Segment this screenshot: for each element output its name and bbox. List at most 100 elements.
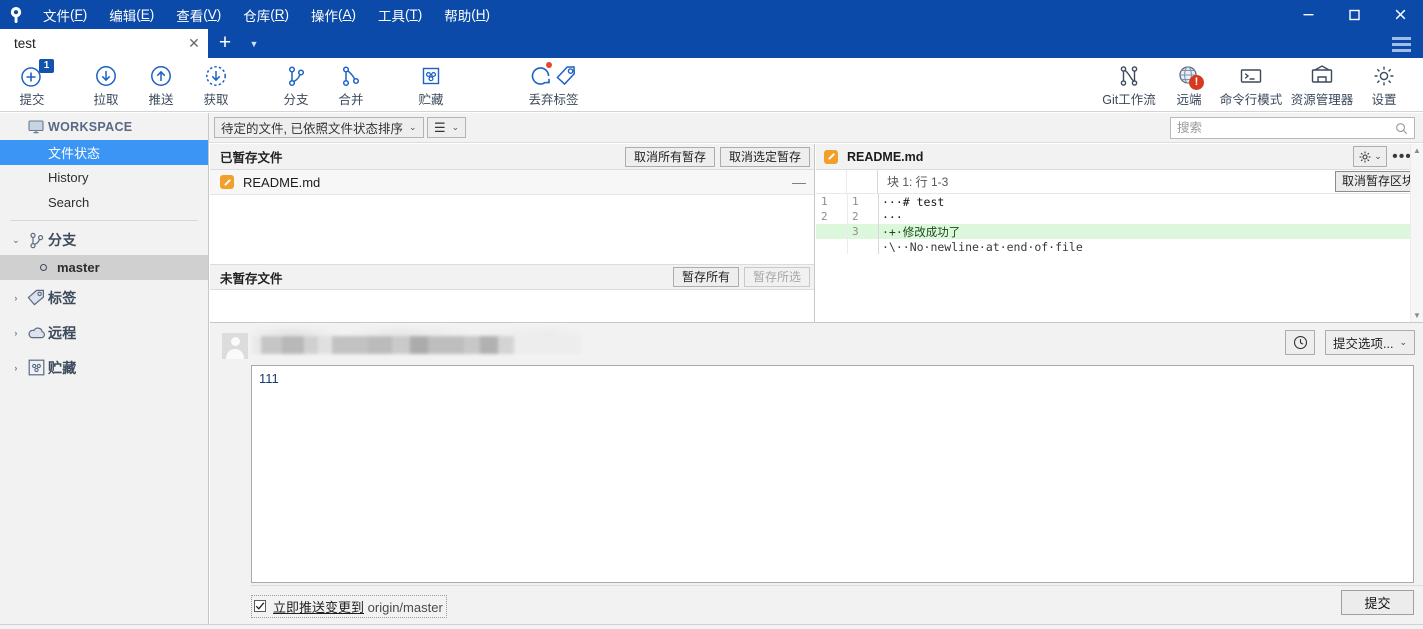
pull-icon — [94, 62, 118, 88]
toolbar-tag-button[interactable]: 标签 — [540, 58, 592, 111]
branch-icon — [24, 232, 48, 249]
sidebar-section-remotes[interactable]: › 远程 — [0, 315, 208, 350]
toolbar-settings-button[interactable]: 设置 — [1358, 58, 1410, 111]
stage-selected-button[interactable]: 暂存所选 — [743, 267, 810, 287]
toolbar-terminal-button[interactable]: 命令行模式 — [1213, 58, 1289, 111]
close-icon[interactable] — [1377, 0, 1423, 29]
gear-icon — [1372, 62, 1396, 88]
toolbar-commit-button[interactable]: 1 提交 — [4, 58, 60, 111]
push-changes-checkbox-wrapper[interactable]: 立即推送变更到 origin/master — [251, 594, 447, 618]
plus-icon[interactable]: + — [211, 29, 239, 58]
main-toolbar: 1 提交 拉取 推送 获取 分支 合并 贮藏 丢弃 标签 Git工作流 ! 远端… — [0, 58, 1423, 112]
sidebar-item-label: 文件状态 — [48, 146, 101, 161]
cloud-icon — [24, 326, 48, 340]
minus-icon[interactable]: — — [788, 174, 810, 190]
diff-line-text: ·\··No·newline·at·end·of·file — [882, 239, 1083, 254]
chevron-down-icon: ⌄ — [408, 122, 417, 132]
diff-pane: README.md ⌄ ••• 块 1: 行 1-3 取消暂存区块 1 1 ··… — [816, 144, 1423, 322]
commit-area: 提交选项... ⌄ 111 立即推送变更到 origin/master 提交 — [210, 322, 1423, 629]
old-line-number: 1 — [821, 195, 828, 208]
commit-message-input[interactable]: 111 — [252, 366, 1413, 391]
unstage-hunk-button[interactable]: 取消暂存区块 — [1334, 171, 1421, 192]
tab-test[interactable]: test ✕ — [0, 29, 208, 58]
fetch-icon — [204, 62, 228, 88]
commit-author-redacted[interactable] — [252, 336, 582, 354]
diff-lines[interactable]: 1 1 ···# test 2 2 ··· 3 ·+·修改成功了 ·\··No·… — [816, 194, 1423, 254]
hamburger-menu-icon[interactable] — [1387, 33, 1415, 55]
toolbar-fetch-label: 获取 — [203, 92, 229, 107]
chevron-down-icon[interactable]: ▼ — [1411, 309, 1423, 322]
close-icon[interactable]: ✕ — [180, 35, 208, 52]
menu-repository[interactable]: 仓库(R) — [232, 0, 300, 29]
commit-history-button[interactable] — [1285, 330, 1315, 355]
remote-alert-badge: ! — [1189, 74, 1204, 90]
sidebar-item-search[interactable]: Search — [0, 190, 208, 215]
menu-edit[interactable]: 编辑(E) — [98, 0, 165, 29]
diff-header: README.md ⌄ ••• — [816, 144, 1423, 170]
sidebar-section-branches[interactable]: ⌄ 分支 — [0, 225, 208, 255]
minimize-icon[interactable] — [1285, 0, 1331, 29]
diff-line: 1 1 ···# test — [816, 194, 1423, 209]
chevron-down-icon[interactable]: ▼ — [242, 29, 266, 58]
menu-actions[interactable]: 操作(A) — [300, 0, 367, 29]
sort-order-dropdown[interactable]: 待定的文件, 已依照文件状态排序 ⌄ — [214, 117, 424, 138]
chevron-down-icon[interactable]: ⌄ — [8, 235, 24, 246]
hunk-gutter-new — [847, 170, 878, 193]
chevron-right-icon[interactable]: › — [8, 293, 24, 303]
search-input[interactable] — [1171, 121, 1395, 135]
sidebar-item-history[interactable]: History — [0, 165, 208, 190]
toolbar-explorer-button[interactable]: 资源管理器 — [1284, 58, 1360, 111]
sidebar-branch-master[interactable]: master — [0, 255, 208, 280]
table-row[interactable]: README.md — — [210, 170, 814, 195]
push-changes-checkbox[interactable] — [254, 600, 266, 612]
file-filter-bar: 待定的文件, 已依照文件状态排序 ⌄ ☰ ⌄ — [209, 113, 1423, 143]
gutter-divider-2 — [878, 194, 879, 254]
toolbar-remote-button[interactable]: ! 远端 — [1163, 58, 1215, 111]
toolbar-branch-button[interactable]: 分支 — [270, 58, 322, 111]
toolbar-pull-button[interactable]: 拉取 — [80, 58, 132, 111]
sidebar-item-label: Search — [48, 195, 90, 210]
diff-vertical-scrollbar[interactable]: ▲ ▼ — [1410, 144, 1423, 322]
toolbar-branch-label: 分支 — [283, 92, 309, 107]
toolbar-push-button[interactable]: 推送 — [135, 58, 187, 111]
menu-view[interactable]: 查看(V) — [165, 0, 232, 29]
diff-line-text: ·+·修改成功了 — [882, 224, 961, 239]
sidebar-section-label: 分支 — [48, 232, 77, 248]
commit-options-button[interactable]: 提交选项... ⌄ — [1325, 330, 1415, 355]
maximize-icon[interactable] — [1331, 0, 1377, 29]
sidebar-section-label: 贮藏 — [48, 359, 77, 376]
chevron-down-icon: ⌄ — [1399, 337, 1407, 347]
unstage-all-button[interactable]: 取消所有暂存 — [624, 146, 715, 167]
view-mode-dropdown[interactable]: ☰ ⌄ — [427, 117, 467, 138]
old-line-number: 2 — [821, 210, 828, 223]
chevron-right-icon[interactable]: › — [8, 363, 24, 373]
toolbar-merge-button[interactable]: 合并 — [325, 58, 377, 111]
stage-all-button[interactable]: 暂存所有 — [672, 267, 739, 287]
commit-message-box[interactable]: 111 — [251, 365, 1414, 583]
sidebar-section-tags[interactable]: › 标签 — [0, 280, 208, 315]
menu-help[interactable]: 帮助(H) — [433, 0, 501, 29]
push-label-prefix: 立即推送变更到 — [273, 599, 365, 615]
unstaged-files-list-empty[interactable] — [210, 290, 814, 322]
menu-tools[interactable]: 工具(T) — [367, 0, 433, 29]
explorer-icon — [1310, 62, 1334, 88]
stash-icon — [419, 62, 443, 88]
search-box[interactable] — [1170, 117, 1415, 139]
toolbar-stash-button[interactable]: 贮藏 — [405, 58, 457, 111]
toolbar-fetch-button[interactable]: 获取 — [190, 58, 242, 111]
commit-button[interactable]: 提交 — [1341, 590, 1414, 615]
toolbar-remote-label: 远端 — [1176, 92, 1202, 107]
toolbar-gitflow-button[interactable]: Git工作流 — [1096, 58, 1162, 111]
chevron-up-icon[interactable]: ▲ — [1411, 144, 1423, 157]
toolbar-gitflow-label: Git工作流 — [1102, 92, 1156, 107]
unstage-selected-button[interactable]: 取消选定暂存 — [719, 146, 810, 167]
staged-files-list-empty[interactable] — [210, 195, 814, 264]
sidebar-item-file-status[interactable]: 文件状态 — [0, 140, 208, 165]
push-label-remote: origin/master — [367, 599, 443, 615]
sidebar-section-stashes[interactable]: › 贮藏 — [0, 350, 208, 385]
diff-settings-button[interactable]: ⌄ — [1353, 146, 1387, 167]
tag-icon — [24, 289, 48, 306]
sidebar-workspace-header[interactable]: WORKSPACE — [0, 113, 208, 140]
menu-file[interactable]: 文件(F) — [32, 0, 98, 29]
chevron-right-icon[interactable]: › — [8, 328, 24, 338]
